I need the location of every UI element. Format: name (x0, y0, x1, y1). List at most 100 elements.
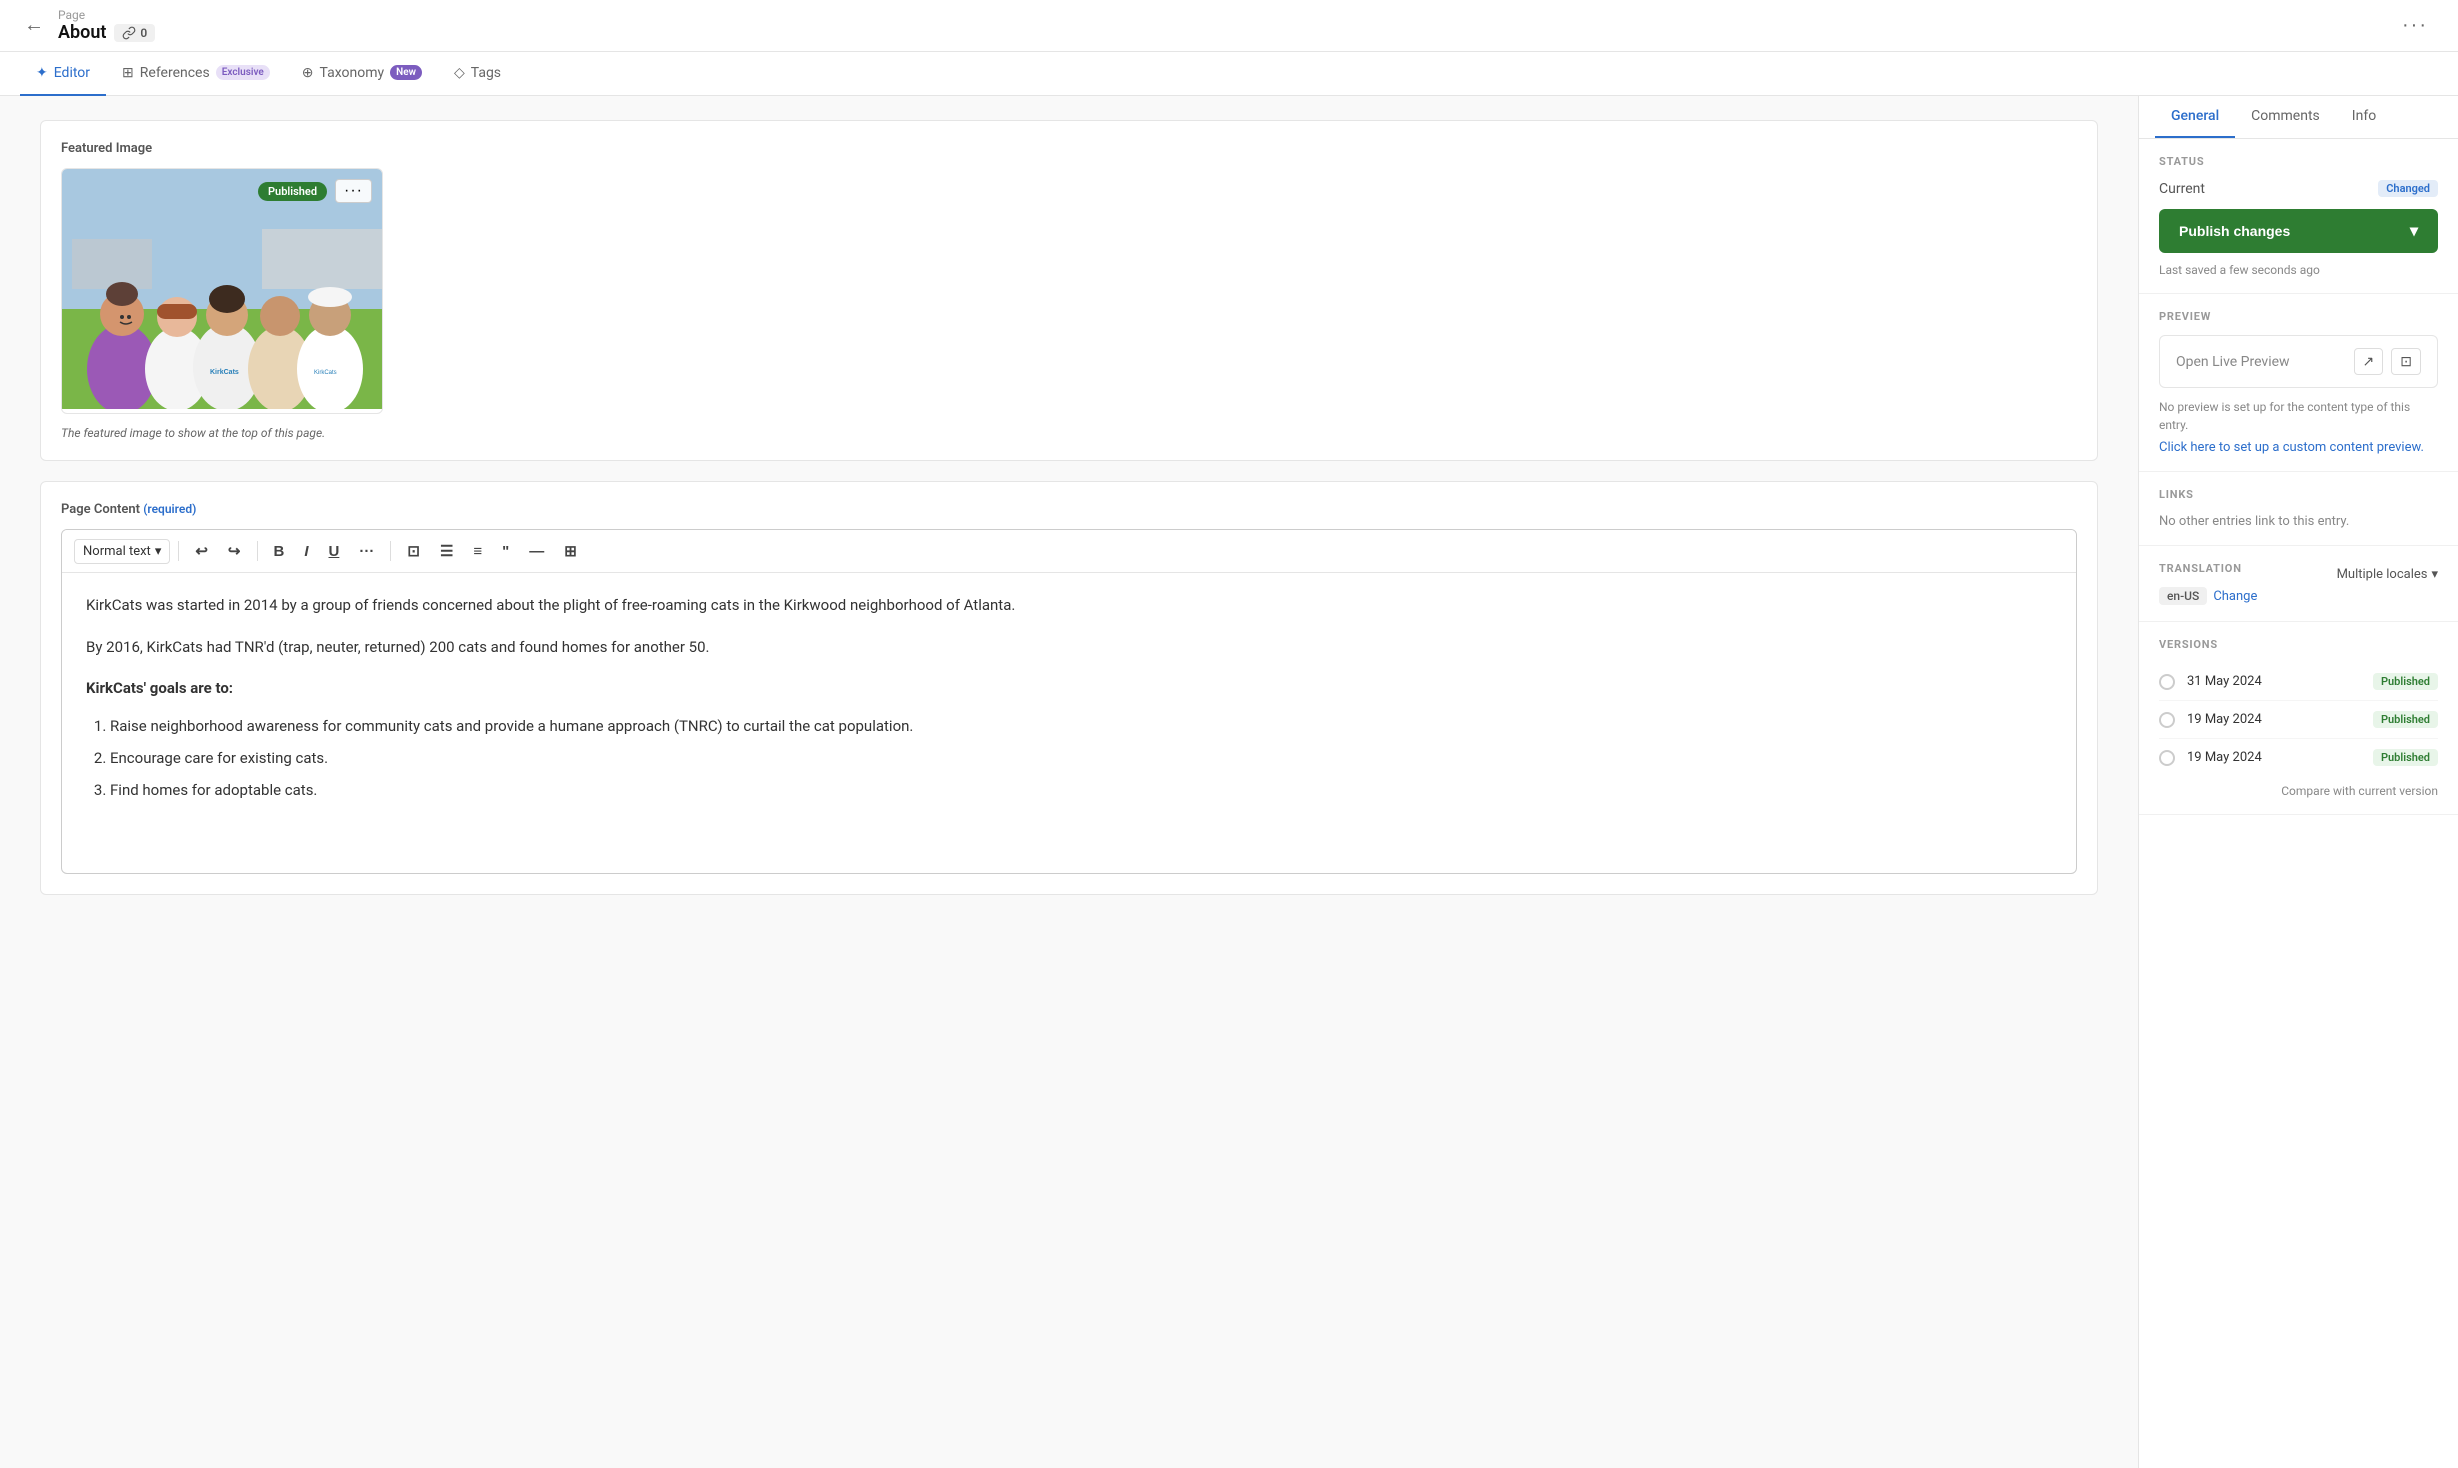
tab-taxonomy-label: Taxonomy (320, 65, 385, 81)
right-sidebar: General Comments Info STATUS Current Cha… (2138, 96, 2458, 1468)
preview-actions: ↗ ⊡ (2354, 348, 2421, 375)
translation-section-title: TRANSLATION (2159, 562, 2242, 575)
list-item-2: Encourage care for existing cats. (110, 746, 2052, 770)
tab-taxonomy[interactable]: ⊕ Taxonomy New (286, 52, 438, 96)
versions-section-title: VERSIONS (2159, 638, 2438, 651)
version-radio-3[interactable] (2159, 750, 2175, 766)
preview-note: No preview is set up for the content typ… (2159, 398, 2438, 434)
translation-section: TRANSLATION Multiple locales ▾ en-US Cha… (2139, 546, 2458, 622)
links-note: No other entries link to this entry. (2159, 514, 2349, 529)
preview-section: PREVIEW Open Live Preview ↗ ⊡ No preview… (2139, 294, 2458, 472)
italic-button[interactable]: I (296, 539, 316, 564)
status-section: STATUS Current Changed Publish changes ▾… (2139, 139, 2458, 294)
rich-text-editor: Normal text ▾ ↩ ↪ B I U ··· ⊡ ☰ ≡ " (61, 529, 2077, 874)
toolbar-separator-1 (178, 541, 179, 561)
changed-badge: Changed (2378, 180, 2438, 197)
table-button[interactable]: ⊞ (556, 538, 585, 564)
version-radio-2[interactable] (2159, 712, 2175, 728)
version-badge-2: Published (2373, 711, 2438, 728)
toolbar-separator-2 (257, 541, 258, 561)
page-title-row: About 0 (58, 22, 155, 43)
taxonomy-badge: New (390, 65, 422, 80)
top-bar-left: ← Page About 0 (20, 8, 2392, 43)
preview-box: Open Live Preview ↗ ⊡ (2159, 335, 2438, 388)
image-status-pill: Published (258, 182, 327, 201)
status-row: Current Changed (2159, 180, 2438, 197)
ordered-list-button[interactable]: ≡ (465, 539, 490, 564)
multiple-locales-select[interactable]: Multiple locales ▾ (2337, 567, 2438, 582)
back-button[interactable]: ← (20, 10, 48, 41)
compare-link[interactable]: Compare with current version (2159, 784, 2438, 798)
list-item-1: Raise neighborhood awareness for communi… (110, 714, 2052, 738)
tab-tags[interactable]: ◇ Tags (438, 52, 517, 96)
version-item-3: 19 May 2024 Published (2159, 739, 2438, 776)
references-badge: Exclusive (216, 65, 270, 80)
svg-text:KirkCats: KirkCats (314, 370, 337, 376)
undo-button[interactable]: ↩ (187, 538, 216, 564)
list-item-3: Find homes for adoptable cats. (110, 778, 2052, 802)
bold-button[interactable]: B (266, 539, 293, 564)
paragraph-1: KirkCats was started in 2014 by a group … (86, 593, 2052, 619)
links-section: LINKS No other entries link to this entr… (2139, 472, 2458, 546)
locale-select: en-US Change (2159, 587, 2438, 605)
version-radio-1[interactable] (2159, 674, 2175, 690)
page-title-text: About (58, 22, 106, 43)
text-style-select[interactable]: Normal text ▾ (74, 539, 170, 564)
underline-button[interactable]: U (321, 539, 348, 564)
featured-image: KirkCats KirkCats (62, 169, 382, 409)
tab-editor-label: Editor (54, 65, 90, 81)
locales-chevron-icon: ▾ (2431, 567, 2438, 582)
version-item-2: 19 May 2024 Published (2159, 701, 2438, 739)
sidebar-tabs: General Comments Info (2139, 96, 2458, 139)
copy-preview-button[interactable]: ⊡ (2391, 348, 2421, 375)
link-badge[interactable]: 0 (114, 24, 155, 42)
tab-references-label: References (140, 65, 210, 81)
page-content-section: Page Content (required) Normal text ▾ ↩ … (40, 481, 2098, 895)
version-badge-3: Published (2373, 749, 2438, 766)
publish-chevron-icon: ▾ (2410, 221, 2418, 241)
sidebar-tab-info[interactable]: Info (2336, 96, 2392, 138)
image-caption: The featured image to show at the top of… (61, 426, 2077, 440)
redo-button[interactable]: ↪ (220, 538, 249, 564)
editor-content-area[interactable]: KirkCats was started in 2014 by a group … (62, 573, 2076, 873)
link-icon (122, 26, 136, 40)
version-list: 31 May 2024 Published 19 May 2024 Publis… (2159, 663, 2438, 776)
more-formatting-button[interactable]: ··· (351, 539, 382, 564)
taxonomy-icon: ⊕ (302, 65, 314, 81)
more-options-button[interactable]: ··· (2392, 10, 2438, 41)
hr-button[interactable]: — (521, 539, 552, 564)
change-locale-link[interactable]: Change (2213, 589, 2257, 604)
bullet-list-button[interactable]: ☰ (432, 538, 461, 564)
image-wrapper: Published ··· (61, 168, 383, 414)
translation-row: TRANSLATION Multiple locales ▾ (2159, 562, 2438, 587)
tags-icon: ◇ (454, 65, 465, 81)
editor-icon: ✦ (36, 65, 48, 81)
blockquote-button[interactable]: " (494, 539, 517, 564)
publish-button[interactable]: Publish changes ▾ (2159, 209, 2438, 253)
tab-references[interactable]: ⊞ References Exclusive (106, 52, 286, 96)
editor-toolbar: Normal text ▾ ↩ ↪ B I U ··· ⊡ ☰ ≡ " (62, 530, 2076, 573)
top-bar: ← Page About 0 ··· (0, 0, 2458, 52)
status-section-title: STATUS (2159, 155, 2438, 168)
page-content-label: Page Content (required) (61, 502, 2077, 517)
open-preview-button[interactable]: ↗ (2354, 348, 2384, 375)
setup-preview-link[interactable]: Click here to set up a custom content pr… (2159, 440, 2438, 455)
version-badge-1: Published (2373, 673, 2438, 690)
content-area: Featured Image Published ··· (0, 96, 2138, 1468)
last-saved-text: Last saved a few seconds ago (2159, 263, 2438, 277)
page-info: Page About 0 (58, 8, 155, 43)
required-indicator: (required) (143, 502, 196, 516)
featured-image-label: Featured Image (61, 141, 2077, 156)
content-heading: KirkCats' goals are to: (86, 676, 2052, 702)
tabs-bar: ✦ Editor ⊞ References Exclusive ⊕ Taxono… (0, 52, 2458, 96)
version-date-1: 31 May 2024 (2187, 674, 2361, 689)
sidebar-tab-comments[interactable]: Comments (2235, 96, 2336, 138)
link-button[interactable]: ⊡ (399, 538, 428, 564)
publish-btn-label: Publish changes (2179, 223, 2290, 239)
version-date-2: 19 May 2024 (2187, 712, 2361, 727)
version-item-1: 31 May 2024 Published (2159, 663, 2438, 701)
sidebar-tab-general[interactable]: General (2155, 96, 2235, 138)
image-more-button[interactable]: ··· (335, 179, 372, 203)
tab-editor[interactable]: ✦ Editor (20, 52, 106, 96)
version-date-3: 19 May 2024 (2187, 750, 2361, 765)
